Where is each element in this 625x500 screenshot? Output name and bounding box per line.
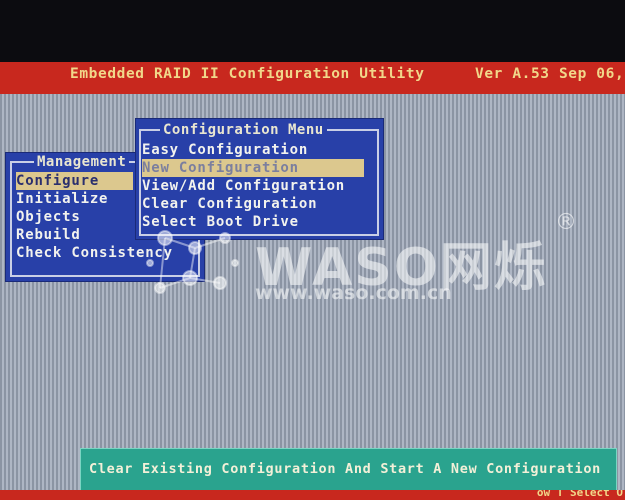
menu-item-view-add-configuration[interactable]: View/Add Configuration bbox=[142, 177, 345, 195]
menu-item-configure[interactable]: Configure bbox=[16, 172, 133, 190]
management-menu-title: Management bbox=[34, 154, 130, 170]
status-bar: Clear Existing Configuration And Start A… bbox=[80, 448, 617, 492]
menu-item-easy-configuration[interactable]: Easy Configuration bbox=[142, 141, 308, 159]
menu-item-clear-configuration[interactable]: Clear Configuration bbox=[142, 195, 317, 213]
app-title: Embedded RAID II Configuration Utility bbox=[70, 66, 425, 82]
menu-item-initialize[interactable]: Initialize bbox=[16, 190, 108, 208]
configuration-menu: Configuration Menu Easy Configuration Ne… bbox=[135, 118, 384, 240]
menu-item-check-consistency[interactable]: Check Consistency bbox=[16, 244, 173, 262]
menu-item-select-boot-drive[interactable]: Select Boot Drive bbox=[142, 213, 299, 231]
status-text: Clear Existing Configuration And Start A… bbox=[89, 461, 602, 477]
configuration-menu-title: Configuration Menu bbox=[160, 122, 327, 138]
menu-item-rebuild[interactable]: Rebuild bbox=[16, 226, 81, 244]
version-label: Ver A.53 Sep 06, 2 bbox=[475, 66, 625, 82]
menu-item-new-configuration[interactable]: New Configuration bbox=[142, 159, 364, 177]
title-bar: Embedded RAID II Configuration Utility V… bbox=[0, 62, 625, 94]
footer-hint-bar: ow T Select O bbox=[0, 490, 625, 500]
footer-hint: ow T Select O bbox=[536, 490, 623, 499]
menu-item-objects[interactable]: Objects bbox=[16, 208, 81, 226]
